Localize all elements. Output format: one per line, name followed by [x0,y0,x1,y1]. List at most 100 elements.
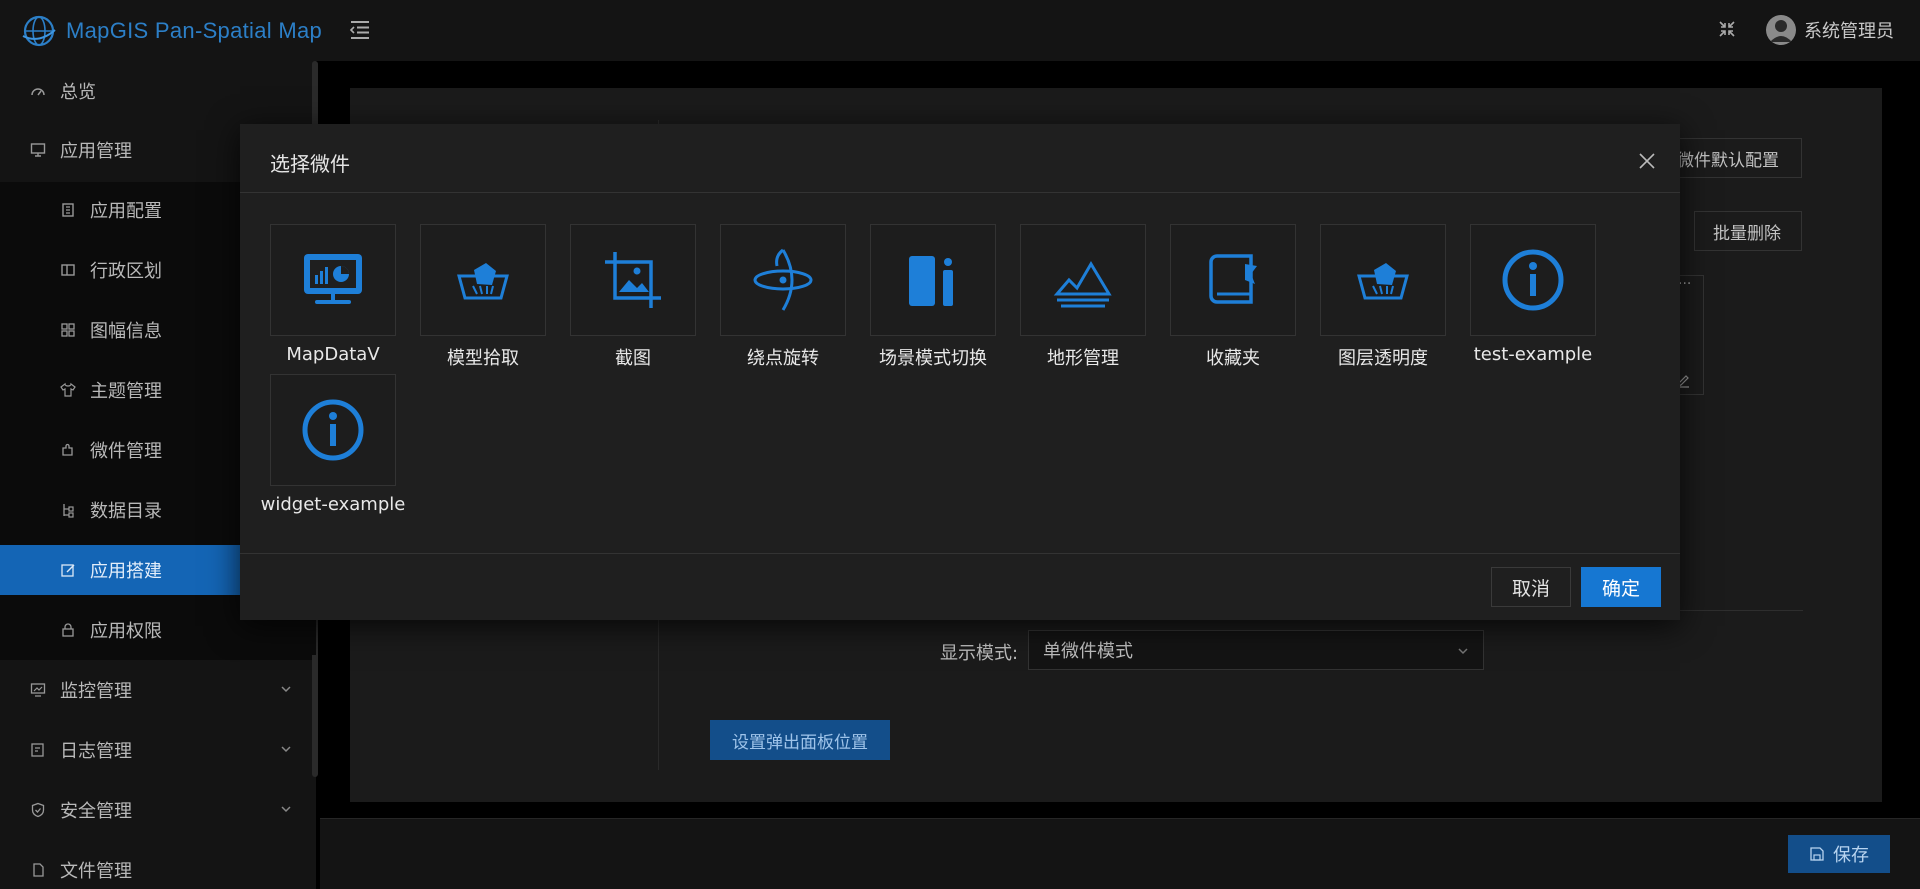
dashboard-icon [31,88,45,96]
widget-label: 模型拾取 [447,348,519,369]
sidebar-item-log[interactable]: 日志管理 [0,725,316,775]
widget-option-scene-mode[interactable]: 场景模式切换 [870,224,996,369]
widget-label: 绕点旋转 [747,348,819,369]
widget-label: test-example [1473,344,1593,365]
sidebar-item-label: 数据目录 [90,501,162,522]
widget-tile [870,224,996,336]
grid-icon [61,323,75,337]
widget-label: widget-example [260,494,406,515]
app-title: MapGIS Pan-Spatial Map [66,18,323,43]
widget-option-terrain[interactable]: 地形管理 [1020,224,1146,369]
widget-tile [1020,224,1146,336]
chevron-down-icon [281,686,291,693]
sidebar-item-label: 应用管理 [60,141,132,162]
widget-label: 地形管理 [1047,348,1119,369]
widget-label: 收藏夹 [1206,348,1260,369]
widget-option-favorites[interactable]: 收藏夹 [1170,224,1296,369]
app-logo[interactable]: MapGIS Pan-Spatial Map [22,13,322,49]
widget-tile [720,224,846,336]
save-icon [1810,847,1824,861]
pick-basket-icon [1357,263,1409,300]
chevron-down-icon [281,746,291,753]
dialog-header: 选择微件 [240,124,1680,193]
widget-option-widget-example[interactable]: widget-example [261,374,405,515]
widget-tile [270,374,396,486]
chevron-down-icon [281,806,291,813]
user-menu[interactable]: 系统管理员 [1766,14,1894,46]
widget-option-test-example[interactable]: test-example [1470,224,1596,365]
sidebar-item-label: 行政区划 [90,261,162,282]
widget-label: 截图 [615,348,651,369]
dialog-footer [240,553,1680,620]
widget-label: 图层透明度 [1338,348,1428,369]
close-icon[interactable] [1638,152,1656,170]
edit-icon [61,564,75,577]
scene-mode-icon [909,256,953,306]
crop-image-icon [605,252,661,308]
more-icon[interactable]: ··· [1678,276,1691,292]
footer-bar [320,818,1920,889]
globe-logo-icon [22,15,56,47]
widget-tile [420,224,546,336]
pick-basket-icon [457,263,509,300]
lock-icon [62,623,74,637]
avatar [1766,15,1796,45]
sidebar-item-monitor[interactable]: 监控管理 [0,665,316,715]
set-popup-position-button[interactable]: 设置弹出面板位置 [710,720,890,760]
file-icon [33,863,44,877]
puzzle-icon [62,443,73,456]
user-name: 系统管理员 [1804,21,1894,42]
widget-tile [570,224,696,336]
bookmark-book-icon [1209,254,1257,304]
top-header: MapGIS Pan-Spatial Map 系统管理员 [0,0,1920,61]
widget-tile [1320,224,1446,336]
split-panel-icon [61,264,75,276]
shirt-icon [60,382,76,397]
widget-option-screenshot[interactable]: 截图 [570,224,696,369]
sidebar-item-security[interactable]: 安全管理 [0,785,316,835]
info-circle-icon [302,399,364,461]
dialog-title: 选择微件 [270,152,350,176]
select-widget-dialog: 选择微件 MapDataV 模型拾取 截图 绕点旋转 场景模式切换 地形管理 收… [240,124,1680,620]
sidebar-item-label: 监控管理 [60,681,132,702]
data-screen-icon [304,254,362,304]
ok-button[interactable]: 确定 [1581,567,1661,607]
sidebar-item-label: 应用权限 [90,621,162,642]
sidebar-item-label: 安全管理 [60,801,132,822]
sidebar-item-label: 总览 [60,82,96,103]
batch-delete-button[interactable]: 批量删除 [1694,211,1802,251]
widget-tile [1470,224,1596,336]
save-label: 保存 [1833,845,1869,866]
fullscreen-exit-icon[interactable] [1718,20,1736,38]
sidebar-item-label: 应用配置 [90,201,162,222]
sidebar-item-label: 日志管理 [60,741,132,762]
display-mode-label: 显示模式: [940,643,1019,664]
sidebar-item-label: 微件管理 [90,441,162,462]
widget-option-mapdatav[interactable]: MapDataV [270,224,396,365]
terrain-icon [1053,261,1112,308]
display-mode-value: 单微件模式 [1043,641,1133,662]
chart-monitor-icon [30,683,46,697]
sidebar-item-label: 文件管理 [60,861,132,882]
cancel-button[interactable]: 取消 [1491,567,1571,607]
widget-option-orbit[interactable]: 绕点旋转 [720,224,846,369]
tree-icon [63,504,74,518]
sidebar-item-label: 主题管理 [90,381,162,402]
sidebar-item-label: 图幅信息 [90,321,162,342]
widget-option-model-pick[interactable]: 模型拾取 [420,224,546,369]
orbit-icon [753,248,813,311]
widget-option-layer-opacity[interactable]: 图层透明度 [1320,224,1446,369]
save-button[interactable]: 保存 [1788,835,1890,873]
menu-fold-icon[interactable] [348,18,372,42]
widget-label: 场景模式切换 [879,348,987,369]
widget-tile [270,224,396,336]
display-mode-select[interactable]: 单微件模式 [1028,630,1484,670]
monitor-icon [30,143,46,157]
sidebar-item-overview[interactable]: 总览 [0,66,316,116]
log-icon [31,743,44,757]
building-icon [62,203,74,217]
info-circle-icon [1502,249,1564,311]
sidebar-item-file[interactable]: 文件管理 [0,845,316,889]
user-icon [1766,15,1796,45]
chevron-down-icon [1458,648,1468,655]
